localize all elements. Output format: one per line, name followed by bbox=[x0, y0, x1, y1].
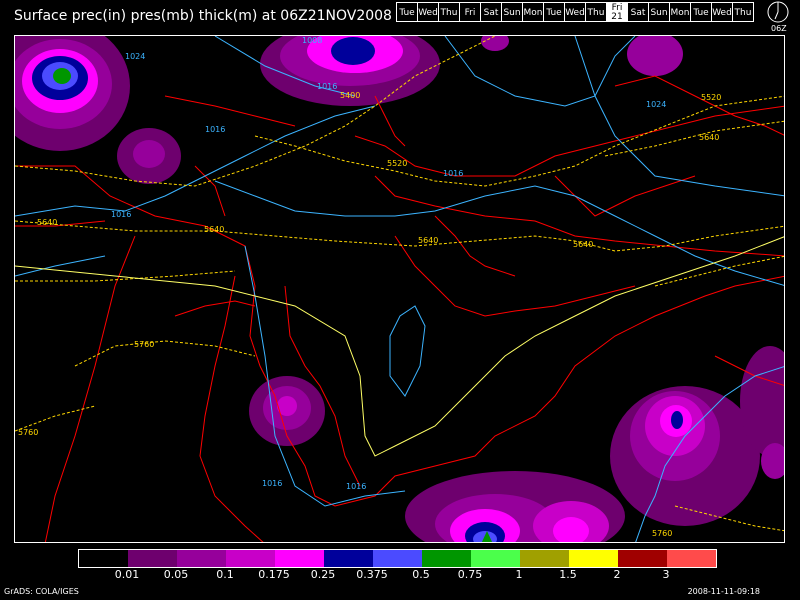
legend-tick: 0.1 bbox=[216, 568, 234, 581]
chart-title: Surface prec(in) pres(mb) thick(m) at 06… bbox=[14, 8, 392, 24]
legend-tick: 0.375 bbox=[356, 568, 388, 581]
day-thu-3[interactable]: Thu bbox=[732, 2, 754, 22]
footer-timestamp: 2008-11-11-09:18 bbox=[687, 587, 760, 596]
pressure-label: 1016 bbox=[443, 169, 463, 178]
legend-tick: 0.25 bbox=[310, 568, 336, 581]
legend-ticks: 0.01 0.05 0.1 0.175 0.25 0.375 0.5 0.75 … bbox=[78, 568, 723, 582]
thickness-label: 5760 bbox=[652, 529, 672, 538]
legend-tick: 1 bbox=[515, 568, 523, 581]
clock-icon bbox=[767, 1, 789, 23]
pressure-label: 1008 bbox=[302, 36, 322, 45]
map-canvas: 1008 1024 1016 1016 1016 1016 1024 1016 … bbox=[15, 36, 784, 542]
day-sun-1[interactable]: Sun bbox=[501, 2, 523, 22]
day-sun-2[interactable]: Sun bbox=[648, 2, 670, 22]
legend-tick: 0.175 bbox=[258, 568, 290, 581]
legend-tick: 2 bbox=[613, 568, 621, 581]
legend-swatch bbox=[422, 550, 471, 567]
legend-tick: 0.05 bbox=[163, 568, 189, 581]
day-mon-2[interactable]: Mon bbox=[669, 2, 691, 22]
thickness-label: 5760 bbox=[134, 340, 154, 349]
day-tue-2[interactable]: Tue bbox=[543, 2, 565, 22]
legend-swatch bbox=[373, 550, 422, 567]
legend-swatch bbox=[520, 550, 569, 567]
thickness-label: 5640 bbox=[699, 133, 719, 142]
day-fri-1[interactable]: Fri bbox=[459, 2, 481, 22]
legend-tick: 3 bbox=[662, 568, 670, 581]
legend-tick: 1.5 bbox=[559, 568, 577, 581]
day-thu-2[interactable]: Thu bbox=[585, 2, 607, 22]
day-thu-1[interactable]: Thu bbox=[438, 2, 460, 22]
pressure-label: 1024 bbox=[646, 100, 666, 109]
thickness-label: 5520 bbox=[387, 159, 407, 168]
thickness-label: 5640 bbox=[37, 218, 57, 227]
pressure-label: 1016 bbox=[346, 482, 366, 491]
day-wed-2[interactable]: Wed bbox=[564, 2, 586, 22]
pressure-label: 1016 bbox=[111, 210, 131, 219]
legend-swatch bbox=[667, 550, 716, 567]
day-selector: Tue Wed Thu Fri Sat Sun Mon Tue Wed Thu … bbox=[396, 2, 754, 24]
pressure-label: 1016 bbox=[317, 82, 337, 91]
footer-credit: GrADS: COLA/IGES bbox=[4, 587, 79, 596]
legend-swatch bbox=[128, 550, 177, 567]
day-wed-3[interactable]: Wed bbox=[711, 2, 733, 22]
day-sat-2[interactable]: Sat bbox=[627, 2, 649, 22]
legend-swatch bbox=[324, 550, 373, 567]
thickness-label: 5520 bbox=[701, 93, 721, 102]
thickness-label: 5640 bbox=[418, 236, 438, 245]
thickness-label: 5640 bbox=[204, 225, 224, 234]
thickness-label: 5760 bbox=[18, 428, 38, 437]
legend-swatch bbox=[569, 550, 618, 567]
pressure-label: 1016 bbox=[262, 479, 282, 488]
legend-tick: 0.5 bbox=[412, 568, 430, 581]
clock-label: 06Z bbox=[771, 24, 787, 33]
color-legend bbox=[78, 549, 717, 568]
day-wed-1[interactable]: Wed bbox=[417, 2, 439, 22]
pressure-label: 1016 bbox=[205, 125, 225, 134]
thickness-label: 5400 bbox=[340, 91, 360, 100]
pressure-label: 1024 bbox=[125, 52, 145, 61]
legend-swatch bbox=[471, 550, 520, 567]
precip-blob-northwest bbox=[15, 36, 130, 151]
legend-swatch bbox=[177, 550, 226, 567]
day-mon-1[interactable]: Mon bbox=[522, 2, 544, 22]
legend-swatch bbox=[618, 550, 667, 567]
day-sat-1[interactable]: Sat bbox=[480, 2, 502, 22]
pressure-labels: 1008 1024 1016 1016 1016 1016 1024 1016 … bbox=[111, 36, 666, 491]
legend-swatch bbox=[226, 550, 275, 567]
precip-blob-south bbox=[405, 471, 625, 542]
precip-blob-small-west bbox=[117, 128, 181, 184]
legend-tick: 0.75 bbox=[457, 568, 483, 581]
precip-blob-southeast bbox=[610, 346, 784, 526]
day-tue-1[interactable]: Tue bbox=[396, 2, 418, 22]
legend-swatch bbox=[275, 550, 324, 567]
weather-map: 1008 1024 1016 1016 1016 1016 1024 1016 … bbox=[14, 35, 785, 543]
legend-swatch bbox=[79, 550, 128, 567]
thickness-label: 5640 bbox=[573, 240, 593, 249]
day-fri-selected[interactable]: Fri 21 bbox=[606, 2, 628, 22]
legend-tick: 0.01 bbox=[114, 568, 140, 581]
day-tue-3[interactable]: Tue bbox=[690, 2, 712, 22]
